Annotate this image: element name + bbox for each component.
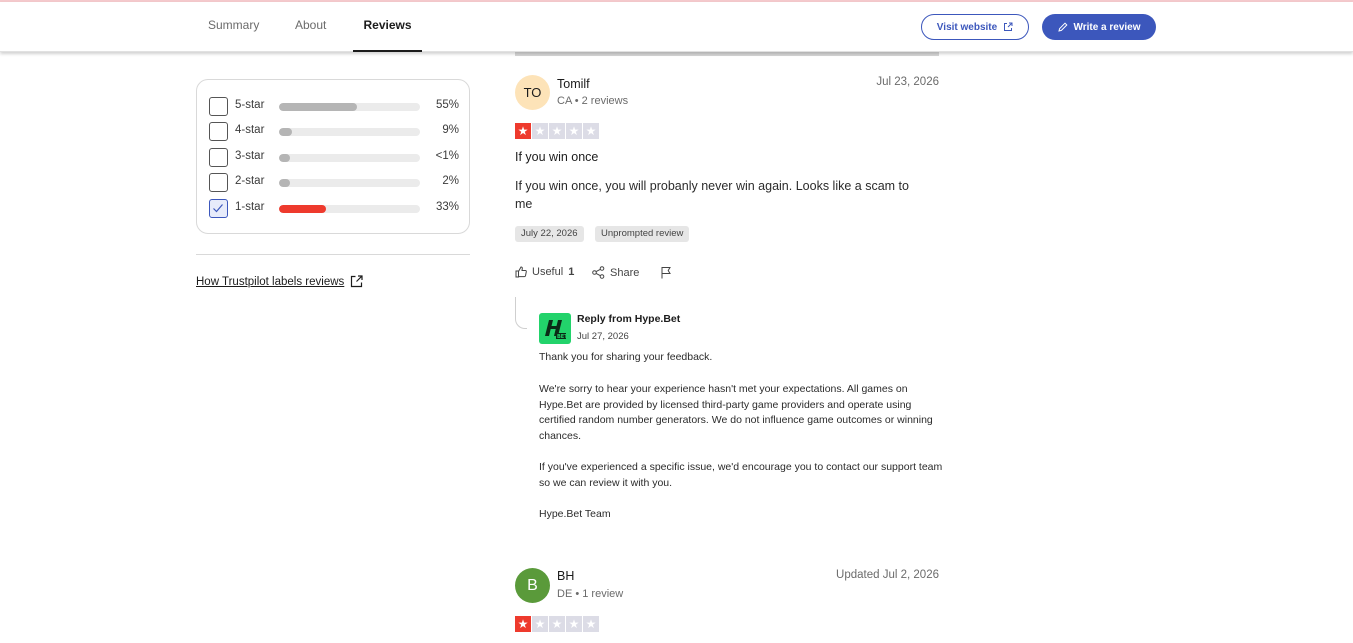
filter-bar-track: [279, 205, 420, 213]
tab-reviews[interactable]: Reviews: [353, 2, 422, 52]
active-tab-indicator: [353, 50, 422, 52]
reviewer-meta: CA • 2 reviews: [557, 95, 629, 107]
avatar-initials: B: [527, 576, 538, 594]
filter-checkbox-1-star[interactable]: [209, 199, 228, 218]
reply-date: Jul 27, 2026: [577, 331, 629, 342]
reviewer-name[interactable]: Tomilf: [557, 77, 590, 91]
how-trustpilot-labels-link[interactable]: How Trustpilot labels reviews: [196, 275, 363, 288]
svg-text:BET: BET: [557, 334, 568, 340]
avatar[interactable]: B: [515, 568, 550, 603]
visit-website-button[interactable]: Visit website: [921, 14, 1029, 40]
review-body: If you win once, you will probanly never…: [515, 179, 909, 211]
review-title[interactable]: If you win once: [515, 150, 598, 164]
filter-label: 3-star: [235, 150, 265, 162]
visit-website-label: Visit website: [936, 21, 998, 33]
checkmark-icon: [213, 204, 223, 213]
share-button[interactable]: Share: [592, 266, 639, 279]
star-icon: ★: [515, 123, 531, 139]
reply-paragraph: Thank you for sharing your feedback.: [539, 351, 713, 363]
reviewer-name[interactable]: BH: [557, 569, 574, 583]
filter-label: 1-star: [235, 201, 265, 213]
filter-percent: 2%: [442, 175, 459, 187]
tab-about[interactable]: About: [295, 2, 326, 52]
star-rating: ★ ★ ★ ★ ★: [515, 616, 599, 632]
star-icon: ★: [515, 616, 531, 632]
filter-percent: <1%: [435, 150, 459, 162]
filter-bar-fill: [279, 154, 291, 162]
company-logo: BET: [539, 313, 571, 344]
external-link-icon: [351, 275, 363, 288]
filter-bar-fill: [279, 103, 357, 111]
hype-bet-logo-icon: BET: [545, 319, 568, 340]
reply-paragraph: Hype.Bet Team: [539, 508, 611, 520]
star-icon: ★: [532, 616, 548, 632]
filter-label: 5-star: [235, 99, 265, 111]
top-navigation: Summary About Reviews Visit website Writ…: [0, 2, 1353, 52]
star-icon: ★: [549, 123, 565, 139]
star-icon: ★: [566, 616, 582, 632]
filter-checkbox-4-star[interactable]: [209, 122, 228, 141]
tab-summary[interactable]: Summary: [208, 2, 259, 52]
star-filter-panel: 5-star 55% 4-star 9% 3-star <1% 2-star 2…: [196, 79, 470, 234]
write-review-label: Write a review: [1073, 21, 1141, 33]
filter-percent: 9%: [442, 124, 459, 136]
star-icon: ★: [583, 616, 599, 632]
star-icon: ★: [549, 616, 565, 632]
reviewer-meta: DE • 1 review: [557, 588, 624, 600]
filter-checkbox-3-star[interactable]: [209, 148, 228, 167]
filter-bar-track: [279, 179, 420, 187]
filter-percent: 33%: [435, 201, 459, 213]
how-link-label: How Trustpilot labels reviews: [196, 275, 345, 288]
star-rating: ★ ★ ★ ★ ★: [515, 123, 599, 139]
filter-bar-fill: [279, 205, 326, 213]
reply-paragraph: If you've experienced a specific issue, …: [539, 461, 943, 489]
pencil-icon: [1058, 21, 1068, 32]
filter-percent: 55%: [435, 99, 459, 111]
flag-icon: [661, 267, 671, 279]
filter-bar-track: [279, 103, 420, 111]
filter-bar-fill: [279, 128, 292, 136]
useful-count: 1: [568, 266, 575, 278]
reply-from: Reply from Hype.Bet: [577, 313, 681, 325]
filter-bar-track: [279, 154, 420, 162]
avatar-initials: TO: [523, 85, 542, 100]
filter-row-4-star[interactable]: 4-star 9%: [209, 121, 459, 141]
avatar[interactable]: TO: [515, 75, 550, 110]
filter-label: 4-star: [235, 124, 265, 136]
filter-row-3-star[interactable]: 3-star <1%: [209, 147, 459, 167]
filter-checkbox-5-star[interactable]: [209, 97, 228, 116]
write-review-button[interactable]: Write a review: [1042, 14, 1156, 40]
sidebar-divider: [196, 254, 470, 255]
filter-label: 2-star: [235, 175, 265, 187]
useful-button[interactable]: Useful 1: [515, 266, 574, 278]
reply-connector: [515, 297, 527, 329]
star-icon: ★: [532, 123, 548, 139]
review-date: Jul 23, 2026: [876, 76, 939, 88]
experience-date-badge: July 22, 2026: [515, 226, 584, 242]
external-link-icon: [1004, 22, 1013, 31]
filter-bar-track: [279, 128, 420, 136]
star-icon: ★: [566, 123, 582, 139]
filter-row-5-star[interactable]: 5-star 55%: [209, 96, 459, 116]
thumbs-up-icon: [515, 266, 527, 278]
star-icon: ★: [583, 123, 599, 139]
report-button[interactable]: [660, 266, 672, 279]
filter-row-1-star[interactable]: 1-star 33%: [209, 198, 459, 218]
filter-checkbox-2-star[interactable]: [209, 173, 228, 192]
share-label: Share: [610, 266, 640, 279]
useful-label: Useful: [532, 266, 564, 278]
share-icon: [592, 266, 605, 279]
reply-paragraph: We're sorry to hear your experience hasn…: [539, 383, 933, 443]
review-date: Updated Jul 2, 2026: [836, 569, 939, 581]
tab-reviews-label: Reviews: [363, 18, 412, 32]
filter-bar-fill: [279, 179, 291, 187]
unprompted-review-badge[interactable]: Unprompted review: [595, 226, 690, 242]
filter-row-2-star[interactable]: 2-star 2%: [209, 172, 459, 192]
